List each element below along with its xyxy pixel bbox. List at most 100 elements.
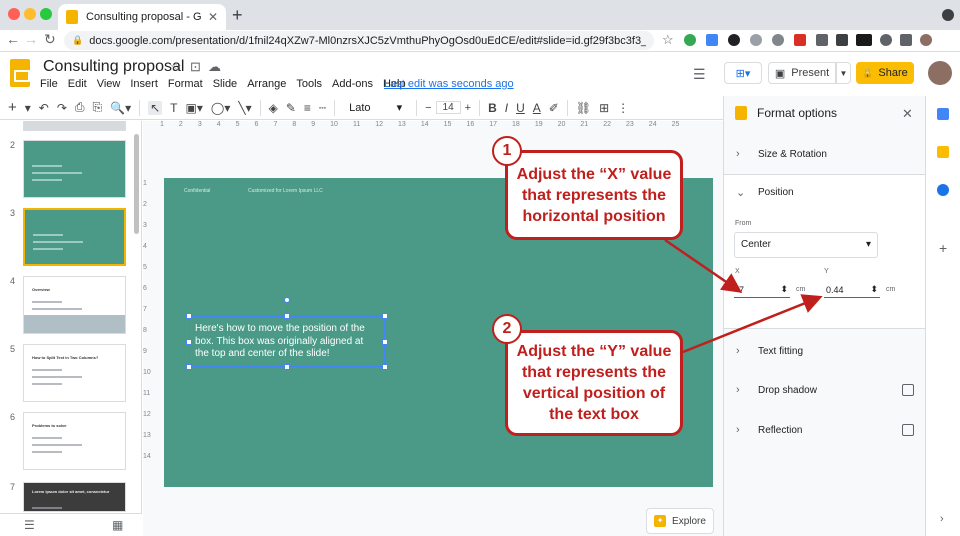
zoom-icon[interactable]: 🔍▾ [110, 101, 131, 115]
reflection-section[interactable]: › Reflection [736, 424, 802, 436]
slide-thumbnail-5[interactable]: How to Split Text in Two Columns? [23, 344, 126, 402]
text-box-icon[interactable]: T [170, 101, 177, 115]
add-comment-icon[interactable]: ⊞ [599, 101, 609, 115]
menu-item-file[interactable]: File [40, 78, 58, 90]
expand-side-panel-icon[interactable]: › [940, 513, 944, 525]
highlight-icon[interactable]: ✐ [549, 101, 559, 115]
minimize-window-icon[interactable] [24, 8, 36, 20]
border-dash-icon[interactable]: ┄ [319, 101, 326, 115]
horizontal-ruler[interactable]: 1 2 3 4 5 6 7 8 9 10 11 12 13 14 15 16 17 18 19 20 21 22 23 24 2… [150, 121, 723, 130]
tab-close-icon[interactable]: ✕ [208, 10, 218, 24]
tasks-icon[interactable] [937, 184, 949, 196]
extension-icon[interactable] [816, 34, 828, 46]
bold-icon[interactable]: B [488, 101, 497, 115]
spinner-icon[interactable]: ⬍ [780, 284, 788, 295]
resize-handle[interactable] [382, 364, 388, 370]
extension-icon[interactable] [728, 34, 740, 46]
text-fitting-section[interactable]: › Text fitting [736, 345, 803, 357]
resize-handle[interactable] [382, 313, 388, 319]
spinner-icon[interactable]: ⬍ [870, 284, 878, 295]
extension-icon[interactable] [706, 34, 718, 46]
position-section-header[interactable]: ⌄ Position [736, 186, 794, 199]
document-title[interactable]: Consulting proposal [43, 58, 184, 76]
list-view-icon[interactable]: ☰ [24, 518, 35, 532]
close-panel-icon[interactable]: ✕ [902, 106, 913, 122]
move-folder-icon[interactable]: ⊡ [190, 59, 201, 75]
new-slide-dropdown-icon[interactable]: ▾ [25, 101, 31, 115]
last-edit-link[interactable]: Last edit was seconds ago [384, 78, 514, 90]
redo-icon[interactable]: ↷ [57, 101, 67, 115]
resize-handle[interactable] [382, 339, 388, 345]
border-weight-icon[interactable]: ≡ [304, 101, 311, 115]
line-icon[interactable]: ╲▾ [238, 101, 251, 115]
select-icon[interactable]: ↖ [148, 100, 163, 115]
present-dropdown[interactable]: ▼ [836, 62, 851, 84]
slide-thumbnail-3[interactable] [22, 207, 127, 267]
share-button[interactable]: 🔒 Share [856, 62, 914, 84]
selected-text-box[interactable]: Here's how to move the position of the b… [189, 316, 385, 367]
link-icon[interactable]: ⛓ [576, 101, 591, 115]
underline-icon[interactable]: U [516, 101, 525, 115]
drop-shadow-checkbox[interactable] [902, 384, 914, 396]
browser-tab[interactable]: Consulting proposal - Google S ✕ [58, 4, 226, 30]
x-position-input[interactable]: -7 ⬍ [734, 282, 790, 298]
new-tab-button[interactable]: + [232, 5, 243, 26]
slides-logo[interactable] [10, 59, 30, 87]
slide-thumbnail-6[interactable]: Problems to solve [23, 412, 126, 470]
keep-icon[interactable] [937, 146, 949, 158]
star-icon[interactable]: ☆ [170, 59, 182, 75]
menu-item-add-ons[interactable]: Add-ons [332, 78, 373, 90]
extension-icon[interactable] [750, 34, 762, 46]
cloud-status-icon[interactable]: ☁ [208, 59, 221, 75]
resize-handle[interactable] [284, 313, 290, 319]
extension-icon[interactable] [772, 34, 784, 46]
maximize-window-icon[interactable] [40, 8, 52, 20]
size-rotation-section[interactable]: › Size & Rotation [736, 148, 827, 160]
comment-history-icon[interactable]: ☰ [693, 66, 706, 83]
grid-view-icon[interactable]: ▦ [112, 518, 123, 532]
forward-icon[interactable]: → [24, 31, 38, 47]
fill-color-icon[interactable]: ◈ [269, 101, 278, 115]
menu-item-slide[interactable]: Slide [213, 78, 237, 90]
chrome-profile-icon[interactable] [942, 9, 954, 21]
more-options-icon[interactable]: ⋮ [617, 101, 629, 115]
user-avatar[interactable] [928, 61, 952, 85]
menu-item-edit[interactable]: Edit [68, 78, 87, 90]
profile-avatar[interactable] [920, 34, 932, 46]
meet-button[interactable]: ⊞▾ [724, 62, 762, 84]
back-icon[interactable]: ← [6, 31, 20, 47]
menu-item-arrange[interactable]: Arrange [247, 78, 286, 90]
filmstrip-scrollbar[interactable] [134, 134, 139, 234]
slide-thumbnail-4[interactable]: Overview [23, 276, 126, 334]
decrease-font-size-icon[interactable]: − [425, 102, 431, 114]
shape-icon[interactable]: ◯▾ [211, 101, 230, 115]
resize-handle[interactable] [186, 339, 192, 345]
italic-icon[interactable]: I [505, 101, 508, 115]
from-select[interactable]: Center ▾ [734, 232, 878, 258]
reflection-checkbox[interactable] [902, 424, 914, 436]
extension-icon[interactable] [684, 34, 696, 46]
text-color-icon[interactable]: A [533, 101, 541, 115]
address-bar[interactable]: 🔒 docs.google.com/presentation/d/1fnil24… [64, 31, 654, 50]
y-position-input[interactable]: 0.44 ⬍ [824, 282, 880, 298]
resize-handle[interactable] [186, 364, 192, 370]
paint-format-icon[interactable]: ⎘ [93, 100, 103, 115]
drop-shadow-section[interactable]: › Drop shadow [736, 384, 817, 396]
explore-button[interactable]: ✦ Explore [646, 508, 714, 534]
menu-item-insert[interactable]: Insert [130, 78, 158, 90]
font-select[interactable]: Lato ▾ [343, 101, 408, 115]
menu-item-tools[interactable]: Tools [296, 78, 322, 90]
slide-thumbnail-7[interactable]: Lorem ipsum dolor sit amet, consectetur [23, 482, 126, 512]
rotate-handle[interactable] [284, 297, 290, 303]
calendar-icon[interactable] [937, 108, 949, 120]
border-color-icon[interactable]: ✎ [286, 101, 296, 115]
camera-extension-icon[interactable] [836, 34, 848, 46]
get-addons-icon[interactable]: + [939, 240, 947, 256]
extension-icon[interactable] [856, 34, 872, 46]
new-slide-icon[interactable]: + [8, 99, 17, 116]
resize-handle[interactable] [186, 313, 192, 319]
increase-font-size-icon[interactable]: + [465, 102, 471, 114]
image-icon[interactable]: ▣▾ [186, 101, 203, 115]
reload-icon[interactable]: ↻ [44, 31, 56, 48]
font-size-input[interactable]: 14 [435, 101, 461, 114]
